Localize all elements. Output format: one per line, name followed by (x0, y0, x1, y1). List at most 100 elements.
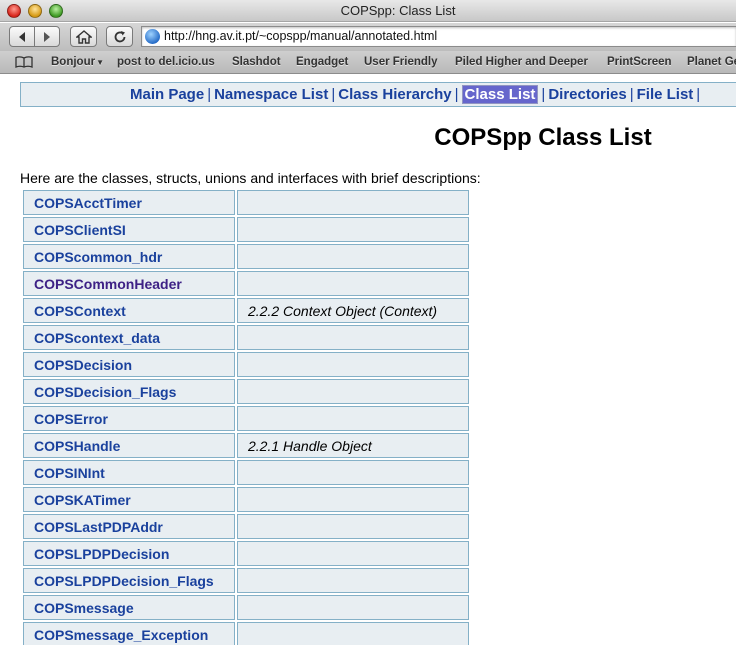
class-description-cell (237, 595, 469, 620)
class-link[interactable]: COPSDecision (34, 357, 132, 373)
class-name-cell: COPSContext (23, 298, 235, 323)
nav-link-class-hierarchy[interactable]: Class Hierarchy (338, 86, 451, 103)
class-description-cell (237, 514, 469, 539)
bookmark-planet[interactable]: Planet Ge (687, 56, 736, 68)
class-link[interactable]: COPScommon_hdr (34, 249, 162, 265)
page-content: Main Page | Namespace List | Class Hierarchy… (0, 75, 736, 645)
intro-text: Here are the classes, structs, unions an… (20, 170, 481, 186)
back-arrow-icon (19, 31, 25, 42)
table-row: COPSLPDPDecision (23, 541, 469, 566)
class-link[interactable]: COPSKATimer (34, 492, 131, 508)
class-name-cell: COPSLastPDPAddr (23, 514, 235, 539)
class-description-cell (237, 352, 469, 377)
nav-link-class-list[interactable]: Class List (461, 85, 539, 104)
class-link[interactable]: COPSError (34, 411, 108, 427)
bookmark-phd[interactable]: Piled Higher and Deeper (455, 56, 588, 68)
class-name-cell: COPSError (23, 406, 235, 431)
class-name-cell: COPSmessage (23, 595, 235, 620)
class-description-cell (237, 244, 469, 269)
class-link[interactable]: COPSmessage_Exception (34, 627, 208, 643)
bookmarks-book-icon[interactable] (15, 56, 33, 68)
back-button[interactable] (9, 26, 35, 47)
table-row: COPSDecision (23, 352, 469, 377)
table-row: COPSmessage_Exception (23, 622, 469, 645)
class-description-cell (237, 622, 469, 645)
bookmark-engadget[interactable]: Engadget (296, 56, 348, 68)
table-row: COPSHandle 2.2.1 Handle Object (23, 433, 469, 458)
page-title: COPSpp Class List (434, 124, 652, 151)
class-name-cell: COPScontext_data (23, 325, 235, 350)
class-link[interactable]: COPSINInt (34, 465, 105, 481)
class-link[interactable]: COPScontext_data (34, 330, 160, 346)
table-row: COPSCommonHeader (23, 271, 469, 296)
class-link[interactable]: COPSmessage (34, 600, 134, 616)
class-description-cell (237, 460, 469, 485)
class-name-cell: COPSINInt (23, 460, 235, 485)
quick-index-nav: Main Page | Namespace List | Class Hierarchy… (20, 82, 736, 107)
forward-arrow-icon (44, 31, 50, 42)
class-description-cell: 2.2.1 Handle Object (237, 433, 469, 458)
table-row: COPSContext 2.2.2 Context Object (Context… (23, 298, 469, 323)
class-description-cell (237, 379, 469, 404)
bookmark-delicious[interactable]: post to del.icio.us (117, 56, 215, 68)
class-description-cell (237, 568, 469, 593)
dropdown-caret-icon: ▼ (96, 58, 104, 67)
class-link[interactable]: COPSLPDPDecision_Flags (34, 573, 214, 589)
class-description-cell (237, 271, 469, 296)
class-description-cell (237, 190, 469, 215)
nav-link-directories[interactable]: Directories (548, 86, 626, 103)
class-name-cell: COPSCommonHeader (23, 271, 235, 296)
bookmark-slashdot[interactable]: Slashdot (232, 56, 281, 68)
class-link[interactable]: COPSHandle (34, 438, 120, 454)
table-row: COPSError (23, 406, 469, 431)
table-row: COPSmessage (23, 595, 469, 620)
class-description-cell (237, 541, 469, 566)
bookmark-user-friendly[interactable]: User Friendly (364, 56, 438, 68)
class-name-cell: COPSDecision_Flags (23, 379, 235, 404)
table-row: COPSDecision_Flags (23, 379, 469, 404)
bookmarks-bar: Bonjour▼ post to del.icio.us Slashdot En… (0, 51, 736, 74)
table-row: COPSKATimer (23, 487, 469, 512)
class-link[interactable]: COPSDecision_Flags (34, 384, 176, 400)
table-row: COPSAcctTimer (23, 190, 469, 215)
class-description-cell (237, 406, 469, 431)
table-row: COPSLastPDPAddr (23, 514, 469, 539)
nav-link-file-list[interactable]: File List (637, 86, 694, 103)
bookmark-printscreen[interactable]: PrintScreen (607, 56, 672, 68)
nav-separator: | (696, 86, 701, 103)
table-row: COPSINInt (23, 460, 469, 485)
class-name-cell: COPSHandle (23, 433, 235, 458)
class-name-cell: COPSAcctTimer (23, 190, 235, 215)
title-bar: COPSpp: Class List (0, 0, 736, 22)
nav-links: Main Page | Namespace List | Class Hierarchy… (130, 85, 703, 104)
class-name-cell: COPSKATimer (23, 487, 235, 512)
reload-icon (114, 30, 125, 42)
table-row: COPSLPDPDecision_Flags (23, 568, 469, 593)
class-link[interactable]: COPSClientSI (34, 222, 126, 238)
nav-separator: | (207, 86, 212, 103)
class-link[interactable]: COPSLPDPDecision (34, 546, 169, 562)
reload-button[interactable] (106, 26, 133, 47)
class-link[interactable]: COPSContext (34, 303, 126, 319)
class-description-cell: 2.2.2 Context Object (Context) (237, 298, 469, 323)
home-icon (75, 29, 92, 44)
bookmark-bonjour[interactable]: Bonjour▼ (51, 56, 104, 68)
nav-separator: | (629, 86, 634, 103)
address-bar[interactable]: http://hng.av.it.pt/~copspp/manual/annot… (141, 26, 736, 47)
nav-separator: | (331, 86, 336, 103)
class-list-table: COPSAcctTimer COPSClientSI COPScommon_hdr C… (21, 188, 471, 645)
class-description-cell (237, 487, 469, 512)
home-button[interactable] (70, 26, 97, 47)
class-link[interactable]: COPSLastPDPAddr (34, 519, 163, 535)
table-row: COPScontext_data (23, 325, 469, 350)
table-row: COPScommon_hdr (23, 244, 469, 269)
class-name-cell: COPSDecision (23, 352, 235, 377)
forward-button[interactable] (34, 26, 60, 47)
nav-link-namespace-list[interactable]: Namespace List (214, 86, 328, 103)
class-name-cell: COPSmessage_Exception (23, 622, 235, 645)
nav-separator: | (454, 86, 459, 103)
nav-link-main-page[interactable]: Main Page (130, 86, 204, 103)
url-text[interactable]: http://hng.av.it.pt/~copspp/manual/annot… (164, 29, 437, 43)
class-link[interactable]: COPSCommonHeader (34, 276, 182, 292)
class-link[interactable]: COPSAcctTimer (34, 195, 142, 211)
